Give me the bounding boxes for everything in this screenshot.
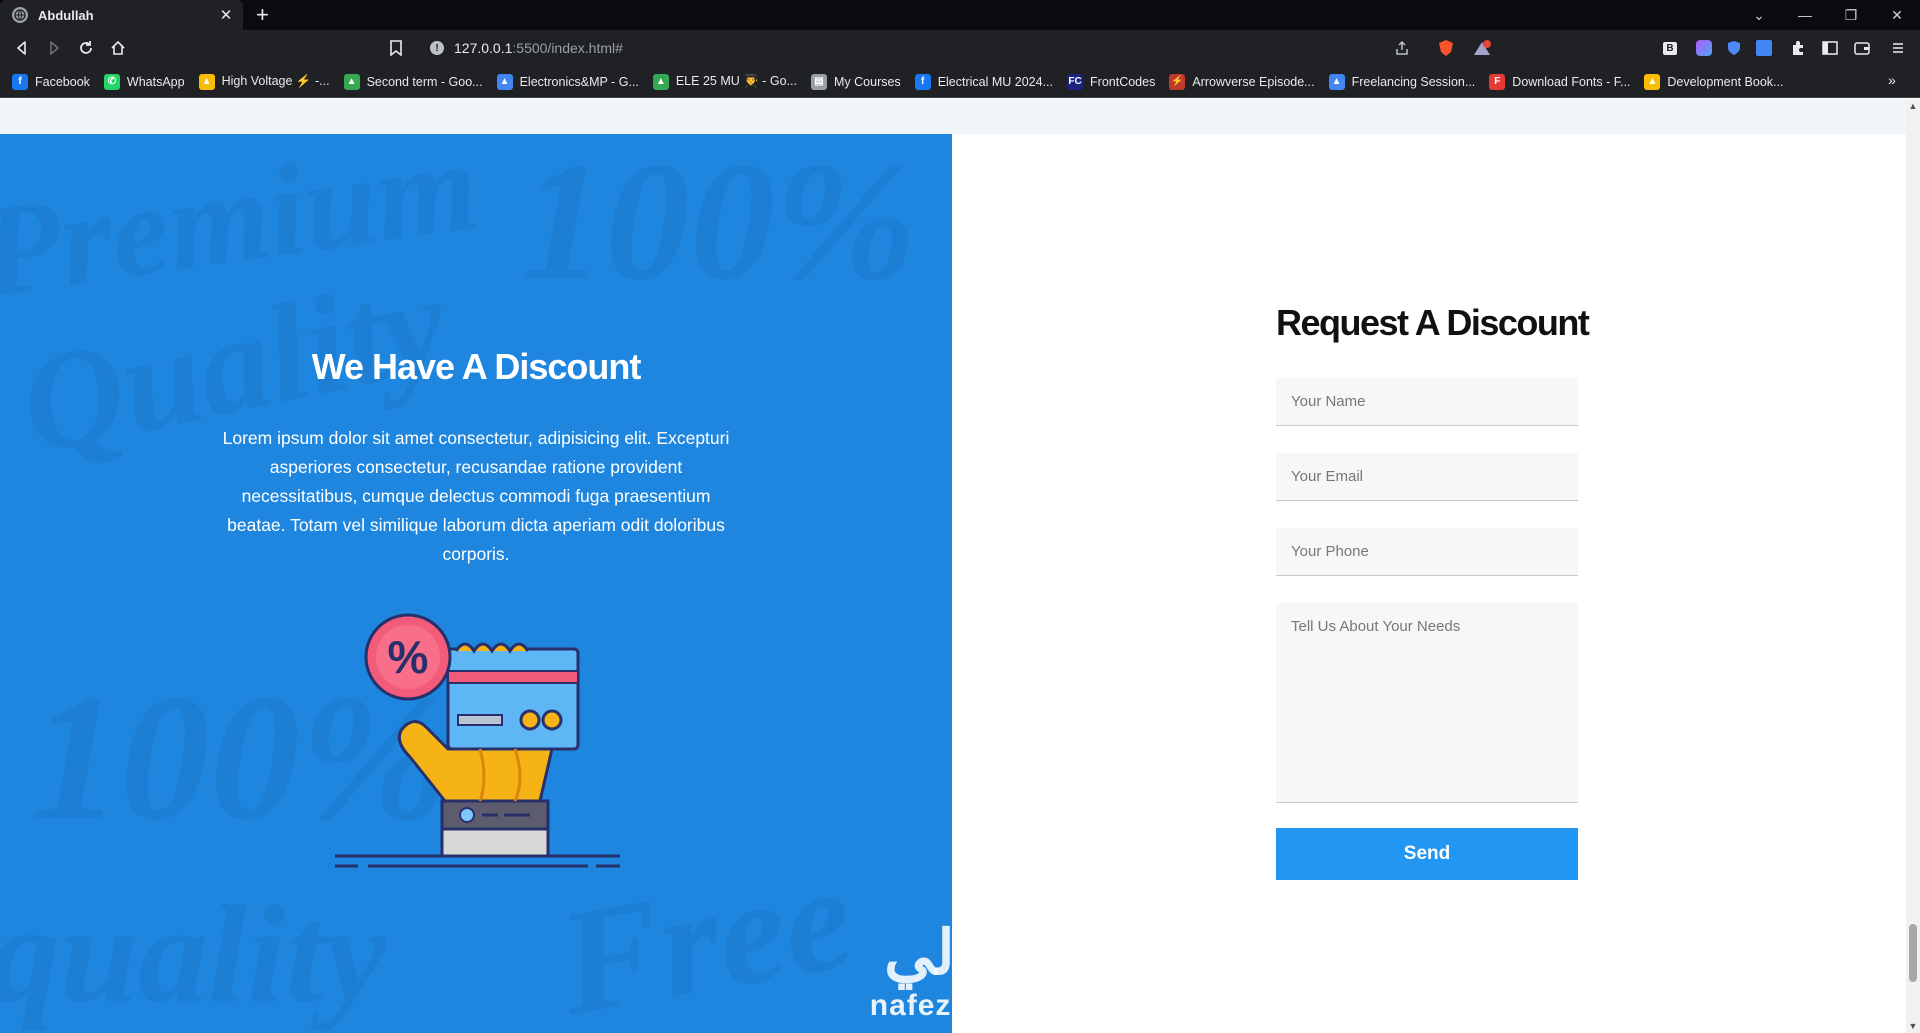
more-bookmarks-icon[interactable]: » xyxy=(1888,72,1896,88)
bookmark-label: My Courses xyxy=(834,74,901,89)
extensions-puzzle-icon[interactable] xyxy=(1786,36,1810,60)
page-viewport: Premium 100% Quality 100% quality Free W… xyxy=(0,99,1920,1033)
tab-strip: Abdullah ✕ + ⌄ — ❐ ✕ xyxy=(0,0,1920,30)
bookmark-label: Download Fonts - F... xyxy=(1512,74,1631,89)
bookmark-label: WhatsApp xyxy=(126,74,185,89)
background-texture: quality xyxy=(0,877,387,1032)
bookmark-icon[interactable] xyxy=(384,36,408,60)
bookmark-item[interactable]: ▲ ELE 25 MU 👨‍🎓 - Go... xyxy=(652,73,797,90)
bookmark-label: FrontCodes xyxy=(1090,74,1156,89)
bookmark-label: Freelancing Session... xyxy=(1351,74,1476,89)
bookmark-item[interactable]: F Download Fonts - F... xyxy=(1489,73,1631,90)
sidebar-icon[interactable] xyxy=(1818,36,1842,60)
arrowverse-icon: ⚡ xyxy=(1169,73,1186,90)
svg-text:%: % xyxy=(388,631,429,683)
extension-color-icon[interactable] xyxy=(1692,36,1716,60)
tab-search-icon[interactable]: ⌄ xyxy=(1736,0,1782,30)
browser-toolbar: ! 127.0.0.1:5500/index.html# B xyxy=(0,30,1920,66)
url-host: 127.0.0.1 xyxy=(454,40,513,56)
courses-icon: ▤ xyxy=(811,73,827,90)
bookmark-item[interactable]: ▤ My Courses xyxy=(811,73,901,90)
send-button[interactable]: Send xyxy=(1276,828,1578,880)
bookmark-label: Electrical MU 2024... xyxy=(937,74,1054,89)
globe-icon xyxy=(12,7,28,23)
share-icon[interactable] xyxy=(1390,36,1414,60)
phone-input[interactable] xyxy=(1276,528,1578,576)
frontcodes-icon: FC xyxy=(1067,73,1084,90)
facebook-icon: f xyxy=(914,73,931,90)
discount-heading: We Have A Discount xyxy=(311,346,642,387)
bookmark-item[interactable]: f Facebook xyxy=(12,73,90,90)
bookmark-item[interactable]: ✆ WhatsApp xyxy=(103,73,185,90)
extension-shield-icon[interactable] xyxy=(1722,36,1746,60)
bookmark-label: Facebook xyxy=(35,74,90,89)
scrollbar-thumb[interactable] xyxy=(1909,924,1917,982)
url-text: 127.0.0.1:5500/index.html# xyxy=(454,40,623,56)
drive-icon: ▲ xyxy=(652,73,669,90)
previous-section-edge xyxy=(0,99,1906,134)
background-texture: 100% xyxy=(520,134,917,315)
form-heading: Request A Discount xyxy=(1276,302,1590,343)
bookmark-item[interactable]: f Electrical MU 2024... xyxy=(914,73,1054,90)
brave-rewards-icon[interactable] xyxy=(1470,36,1494,60)
address-bar[interactable]: ! 127.0.0.1:5500/index.html# xyxy=(420,34,1500,62)
bookmark-label: High Voltage ⚡ -... xyxy=(221,74,330,88)
tab-title: Abdullah xyxy=(38,7,94,23)
drive-icon: ▲ xyxy=(1644,73,1661,90)
watermark-latin: nafezly.com xyxy=(869,989,1051,1022)
reload-icon[interactable] xyxy=(74,36,98,60)
url-path: :5500/index.html# xyxy=(512,40,623,56)
browser-tab[interactable]: Abdullah ✕ xyxy=(0,0,243,30)
bookmark-item[interactable]: FC FrontCodes xyxy=(1067,73,1156,90)
discount-card-illustration: % xyxy=(330,589,630,879)
bookmarks-bar: f Facebook ✆ WhatsApp ▲ High Voltage ⚡ -... ▲ S… xyxy=(0,66,1920,98)
home-icon[interactable] xyxy=(106,36,130,60)
whatsapp-icon: ✆ xyxy=(103,73,120,90)
name-input[interactable] xyxy=(1276,378,1578,426)
nafezly-watermark: نفذلي nafezly.com xyxy=(840,919,1080,1029)
wallet-icon[interactable] xyxy=(1850,36,1874,60)
bookmark-item[interactable]: ▲ High Voltage ⚡ -... xyxy=(198,73,330,90)
bookmark-item[interactable]: ▲ Development Book... xyxy=(1644,73,1784,90)
brave-shield-icon[interactable] xyxy=(1434,36,1458,60)
bookmark-item[interactable]: ▲ Freelancing Session... xyxy=(1328,73,1476,90)
needs-textarea[interactable] xyxy=(1276,603,1578,803)
bookmark-item[interactable]: ⚡ Arrowverse Episode... xyxy=(1169,73,1315,90)
bookmark-label: Second term - Goo... xyxy=(366,74,483,89)
extension-b-icon[interactable]: B xyxy=(1658,36,1682,60)
bookmark-item[interactable]: ▲ Second term - Goo... xyxy=(343,73,483,90)
scroll-down-icon[interactable]: ▼ xyxy=(1906,1019,1920,1033)
forward-icon[interactable] xyxy=(42,36,66,60)
close-tab-icon[interactable]: ✕ xyxy=(215,6,237,24)
bookmark-item[interactable]: ▲ Electronics&MP - G... xyxy=(496,73,639,90)
bookmark-label: Electronics&MP - G... xyxy=(519,74,639,89)
facebook-icon: f xyxy=(12,73,28,90)
page-scrollbar[interactable]: ▲ ▼ xyxy=(1906,99,1920,1033)
discount-description: Lorem ipsum dolor sit amet consectetur, … xyxy=(222,428,730,564)
site-info-icon[interactable]: ! xyxy=(430,41,444,55)
close-window-button[interactable]: ✕ xyxy=(1874,0,1920,30)
translate-icon[interactable] xyxy=(1752,36,1776,60)
discount-info-panel: Premium 100% Quality 100% quality Free W… xyxy=(0,134,952,1033)
fonts-icon: F xyxy=(1489,73,1506,90)
email-input[interactable] xyxy=(1276,453,1578,501)
minimize-button[interactable]: — xyxy=(1782,0,1828,30)
bookmark-label: Arrowverse Episode... xyxy=(1192,74,1315,89)
drive-icon: ▲ xyxy=(343,73,360,90)
request-discount-form: Request A Discount Send xyxy=(1276,302,1590,880)
drive-icon: ▲ xyxy=(198,73,215,90)
bookmark-label: ELE 25 MU 👨‍🎓 - Go... xyxy=(675,74,797,88)
menu-icon[interactable] xyxy=(1886,36,1910,60)
drive-icon: ▲ xyxy=(1328,73,1345,90)
restore-button[interactable]: ❐ xyxy=(1828,0,1874,30)
new-tab-button[interactable]: + xyxy=(256,3,269,27)
drive-icon: ▲ xyxy=(496,73,513,90)
scroll-up-icon[interactable]: ▲ xyxy=(1906,99,1920,113)
watermark-arabic: نفذلي xyxy=(884,919,1036,988)
bookmark-label: Development Book... xyxy=(1667,74,1784,89)
back-icon[interactable] xyxy=(10,36,34,60)
